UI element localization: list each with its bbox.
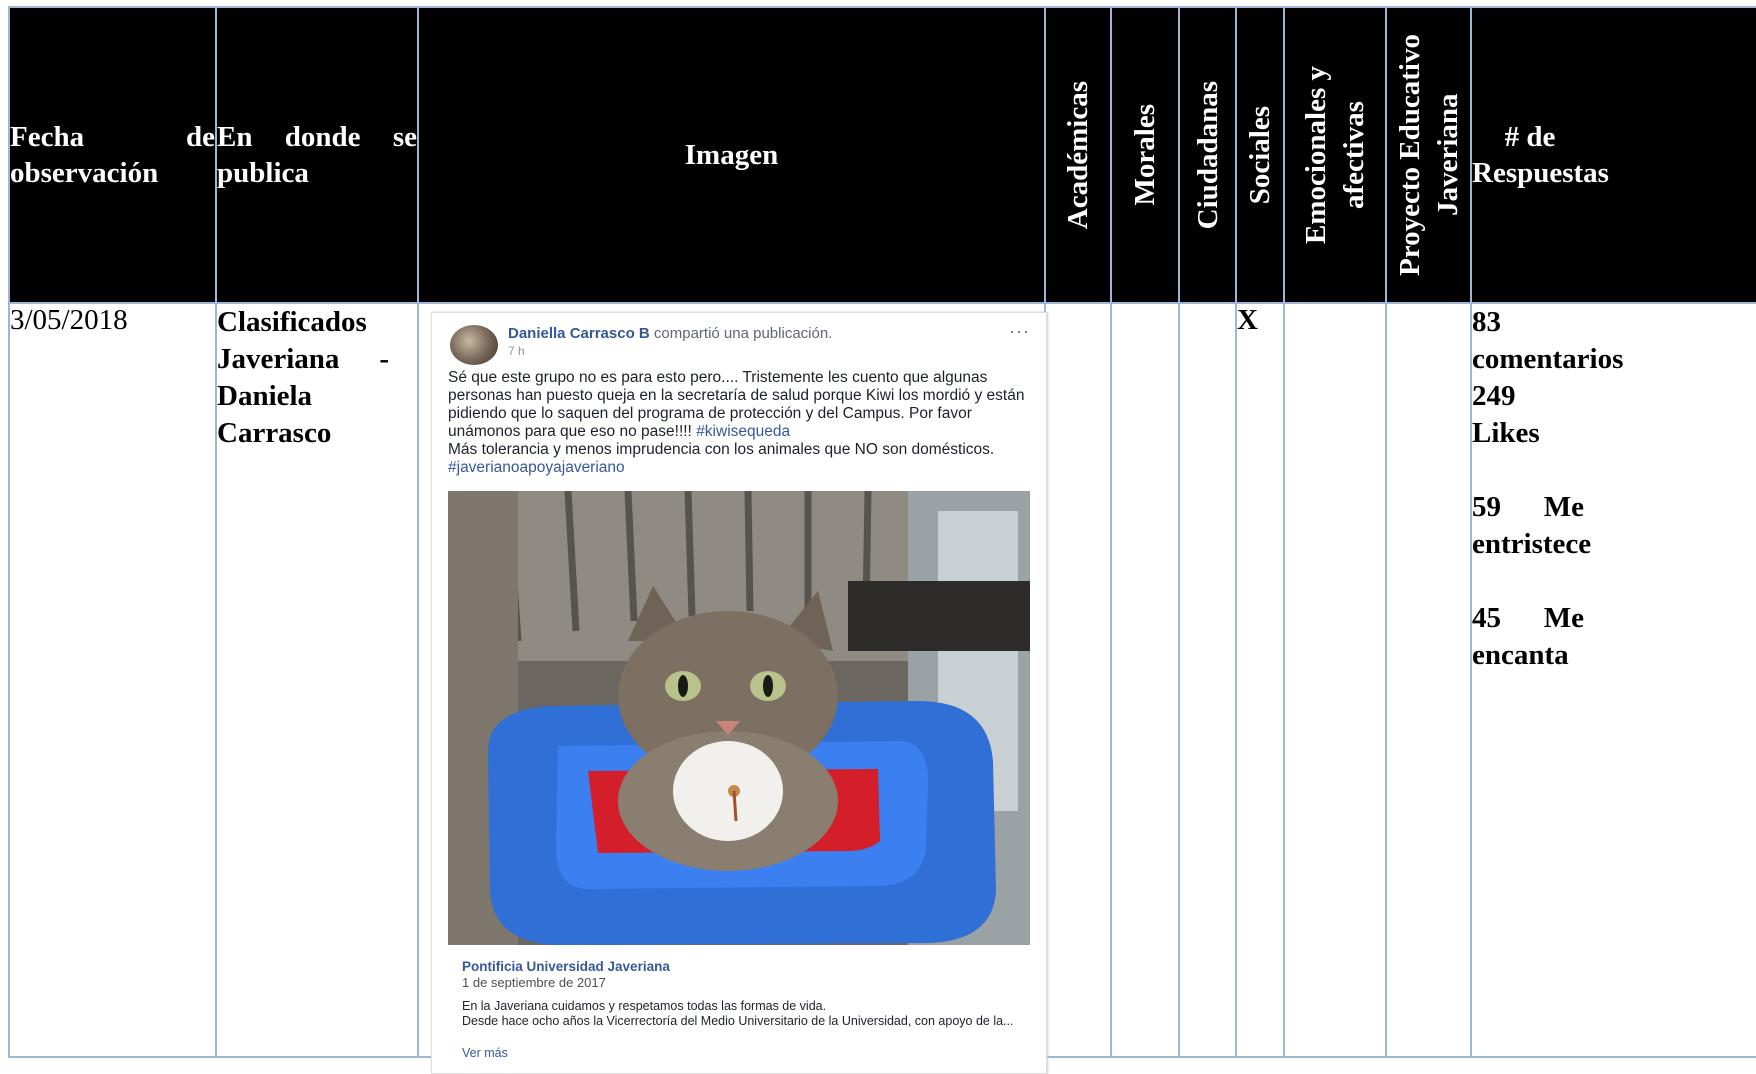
shared-link-title[interactable]: Pontificia Universidad Javeriana	[462, 959, 670, 974]
post-timestamp[interactable]: 7 h	[508, 344, 525, 358]
shared-link-description: En la Javeriana cuidamos y respetamos to…	[462, 999, 1028, 1029]
header-fecha: Fecha de observación	[8, 6, 217, 304]
cell-sociales: X	[1235, 302, 1285, 1058]
cell-academicas	[1044, 302, 1112, 1058]
header-emocionales-line1: Emocionales y	[1300, 65, 1332, 245]
header-proyecto: Proyecto Educativo Javeriana	[1385, 6, 1472, 304]
resp-encanta: 45 Me encanta	[1472, 602, 1584, 671]
more-options-icon[interactable]: ···	[1009, 321, 1030, 342]
cell-emocionales	[1283, 302, 1387, 1058]
header-sociales-label: Sociales	[1244, 105, 1276, 205]
header-proyecto-line2: Javeriana	[1431, 93, 1464, 217]
cell-fecha: 3/05/2018	[8, 302, 217, 1058]
author-avatar[interactable]	[450, 325, 498, 365]
shared-link-desc-line1: En la Javeriana cuidamos y respetamos to…	[462, 999, 827, 1013]
header-morales: Morales	[1110, 6, 1180, 304]
cat-photo-image	[448, 491, 1030, 945]
header-emocionales: Emocionales y afectivas	[1283, 6, 1387, 304]
hashtag-kiwisequeda[interactable]: #kiwisequeda	[696, 423, 790, 440]
hashtag-javerianoapoyajaveriano[interactable]: #javerianoapoyajaveriano	[448, 459, 625, 476]
see-more-link[interactable]: Ver más	[462, 1046, 508, 1060]
header-emocionales-line2: afectivas	[1338, 101, 1370, 209]
header-proyecto-line1: Proyecto Educativo	[1393, 34, 1426, 276]
post-text: Sé que este grupo no es para esto pero..…	[448, 369, 1038, 477]
header-donde: En donde se publica	[215, 6, 419, 304]
header-ciudadanas: Ciudadanas	[1178, 6, 1237, 304]
cat-photo[interactable]	[448, 491, 1030, 945]
cell-morales	[1110, 302, 1180, 1058]
header-academicas-label: Académicas	[1062, 80, 1094, 230]
header-proyecto-label: Proyecto Educativo Javeriana	[1391, 34, 1467, 276]
header-morales-label: Morales	[1129, 104, 1161, 206]
resp-spacer-1	[1472, 452, 1584, 489]
resp-comentarios: 83 comentarios	[1472, 306, 1624, 375]
resp-spacer-2	[1472, 563, 1584, 600]
header-sociales: Sociales	[1235, 6, 1285, 304]
post-text-second: Más tolerancia y menos imprudencia con l…	[448, 441, 995, 458]
cell-proyecto	[1385, 302, 1472, 1058]
cell-ciudadanas	[1178, 302, 1237, 1058]
shared-link-date: 1 de septiembre de 2017	[462, 975, 606, 990]
cell-donde-text: Clasificados Javeriana - Daniela Carrasc…	[217, 306, 389, 449]
header-academicas: Académicas	[1044, 6, 1112, 304]
header-emocionales-label: Emocionales y afectivas	[1297, 66, 1373, 244]
header-ciudadanas-label: Ciudadanas	[1191, 80, 1224, 230]
shared-link-desc-line2: Desde hace ocho años la Vicerrectoría de…	[462, 1014, 1014, 1028]
respuestas-list: 83 comentarios 249 Likes 59 Me entristec…	[1472, 304, 1624, 674]
cell-imagen: Daniella Carrasco B compartió una public…	[417, 302, 1047, 1074]
facebook-post-card: Daniella Carrasco B compartió una public…	[431, 312, 1047, 1074]
resp-likes: 249 Likes	[1472, 380, 1540, 449]
cell-donde: Clasificados Javeriana - Daniela Carrasc…	[215, 302, 419, 1058]
post-author-name[interactable]: Daniella Carrasco B	[508, 325, 650, 342]
post-author-line: Daniella Carrasco B compartió una public…	[508, 325, 832, 342]
header-respuestas: # de Respuestas	[1470, 6, 1756, 304]
observation-table: Fecha de observación En donde se publica…	[8, 6, 1756, 1074]
header-respuestas-label: # de Respuestas	[1472, 121, 1609, 189]
header-imagen: Imagen	[417, 6, 1046, 304]
post-shared-text: compartió una publicación.	[653, 325, 833, 342]
resp-entristece: 59 Me entristece	[1472, 491, 1592, 560]
table-row: 3/05/2018 Clasificados Javeriana - Danie…	[8, 302, 1756, 1074]
header-row: Fecha de observación En donde se publica…	[8, 6, 1756, 304]
cell-respuestas: 83 comentarios 249 Likes 59 Me entristec…	[1470, 302, 1756, 1058]
